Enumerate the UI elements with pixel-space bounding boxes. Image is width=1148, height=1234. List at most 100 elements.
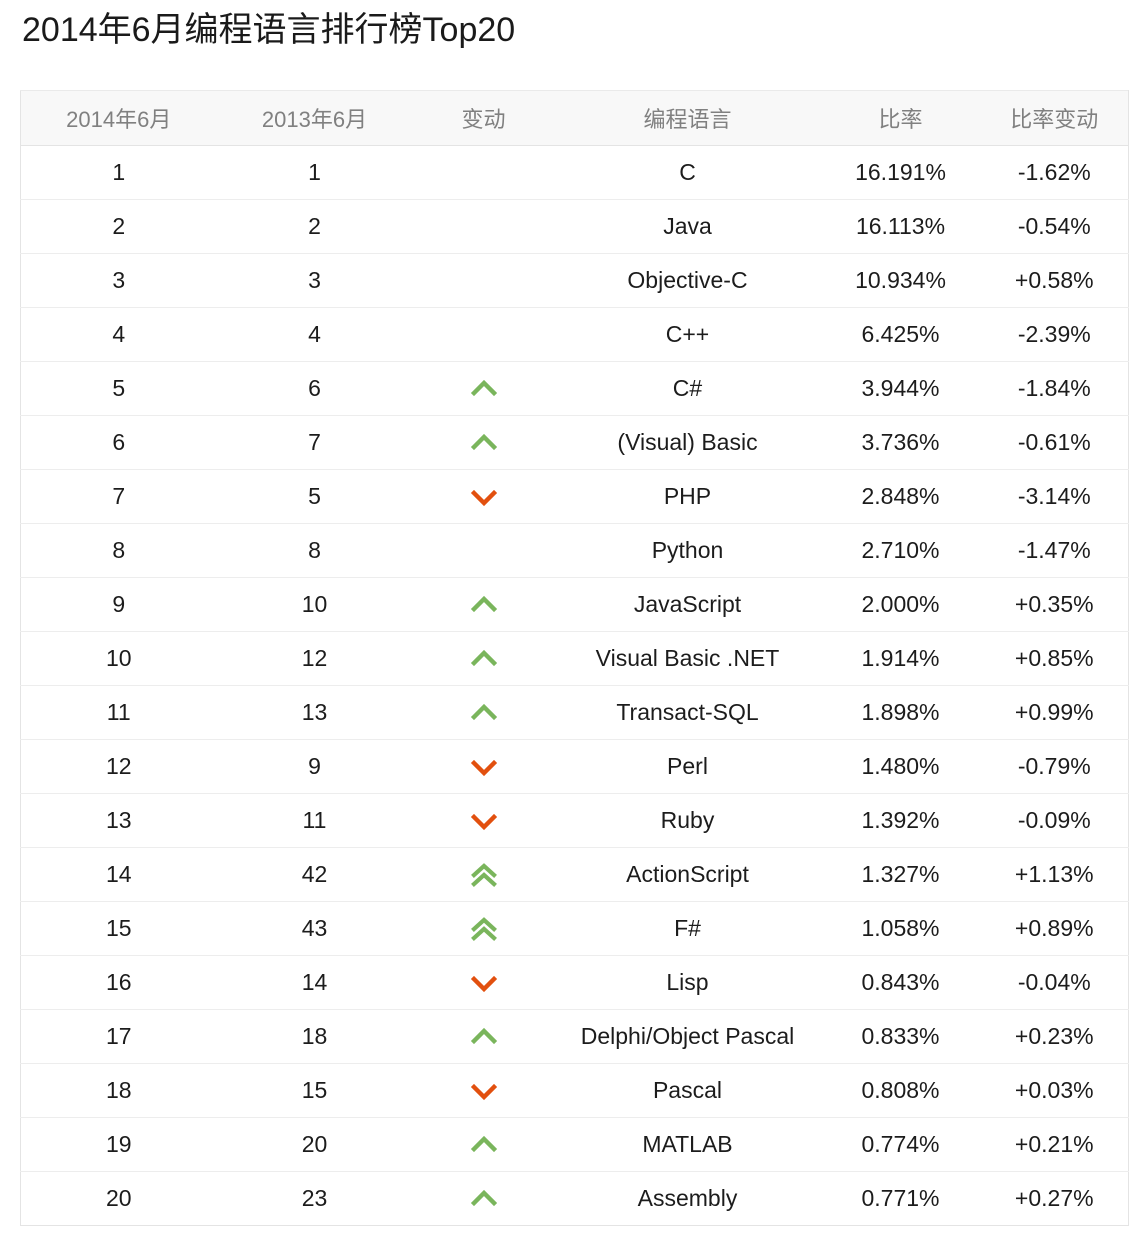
column-header-change[interactable]: 变动 [412,90,555,146]
table-row[interactable]: 11 13 Transact-SQL 1.898% +0.99% [20,685,1129,740]
table-row[interactable]: 16 14 Lisp 0.843% -0.04% [20,955,1129,1010]
ranking-table: 2014年6月 2013年6月 变动 编程语言 比率 比率变动 1 1 C 16.19… [20,90,1129,1226]
cell-change [412,523,555,578]
cell-rank-2013: 23 [216,1171,413,1226]
cell-rank-2014: 17 [20,1009,217,1064]
cell-ratio-change: +0.85% [980,631,1129,686]
cell-ratio-change: -1.84% [980,361,1129,416]
cell-language: JavaScript [554,577,821,632]
cell-ratio: 2.848% [820,469,981,524]
table-row[interactable]: 15 43 F# 1.058% +0.89% [20,901,1129,956]
cell-ratio-change: +0.58% [980,253,1129,308]
cell-ratio: 0.774% [820,1117,981,1172]
table-row[interactable]: 12 9 Perl 1.480% -0.79% [20,739,1129,794]
column-header-ratio-change[interactable]: 比率变动 [980,90,1129,146]
cell-ratio: 0.808% [820,1063,981,1118]
cell-rank-2013: 20 [216,1117,413,1172]
cell-change [412,739,555,794]
cell-rank-2014: 14 [20,847,217,902]
table-row[interactable]: 7 5 PHP 2.848% -3.14% [20,469,1129,524]
cell-rank-2013: 7 [216,415,413,470]
table-row[interactable]: 5 6 C# 3.944% -1.84% [20,361,1129,416]
cell-rank-2013: 11 [216,793,413,848]
cell-ratio-change: +0.89% [980,901,1129,956]
cell-ratio: 0.833% [820,1009,981,1064]
chevron-down-icon [470,808,497,834]
table-row[interactable]: 20 23 Assembly 0.771% +0.27% [20,1171,1129,1226]
cell-language: C# [554,361,821,416]
cell-change [412,955,555,1010]
cell-change [412,793,555,848]
cell-language: F# [554,901,821,956]
table-row[interactable]: 18 15 Pascal 0.808% +0.03% [20,1063,1129,1118]
cell-rank-2014: 4 [20,307,217,362]
cell-rank-2013: 8 [216,523,413,578]
cell-language: Visual Basic .NET [554,631,821,686]
cell-rank-2014: 12 [20,739,217,794]
cell-rank-2014: 1 [20,145,217,200]
cell-ratio-change: -1.47% [980,523,1129,578]
cell-change [412,847,555,902]
table-row[interactable]: 19 20 MATLAB 0.774% +0.21% [20,1117,1129,1172]
table-body: 1 1 C 16.191% -1.62% 2 2 Java 16.113% -0.54% 3 3 Obj… [20,145,1129,1226]
table-row[interactable]: 9 10 JavaScript 2.000% +0.35% [20,577,1129,632]
cell-rank-2014: 3 [20,253,217,308]
cell-rank-2013: 1 [216,145,413,200]
cell-language: C++ [554,307,821,362]
cell-change [412,469,555,524]
cell-rank-2013: 43 [216,901,413,956]
column-header-rank-2014[interactable]: 2014年6月 [20,90,217,146]
column-header-language[interactable]: 编程语言 [554,90,821,146]
table-row[interactable]: 8 8 Python 2.710% -1.47% [20,523,1129,578]
cell-ratio-change: -0.09% [980,793,1129,848]
cell-change [412,415,555,470]
table-row[interactable]: 2 2 Java 16.113% -0.54% [20,199,1129,254]
cell-ratio-change: -0.61% [980,415,1129,470]
cell-language: Objective-C [554,253,821,308]
cell-ratio: 0.771% [820,1171,981,1226]
table-row[interactable]: 1 1 C 16.191% -1.62% [20,145,1129,200]
change-none [471,265,497,291]
table-row[interactable]: 10 12 Visual Basic .NET 1.914% +0.85% [20,631,1129,686]
cell-ratio-change: -0.54% [980,199,1129,254]
cell-rank-2013: 15 [216,1063,413,1118]
table-row[interactable]: 6 7 (Visual) Basic 3.736% -0.61% [20,415,1129,470]
table-row[interactable]: 14 42 ActionScript 1.327% +1.13% [20,847,1129,902]
table-header: 2014年6月 2013年6月 变动 编程语言 比率 比率变动 [20,90,1129,146]
cell-ratio-change: +0.99% [980,685,1129,740]
chevron-up-icon [470,646,497,672]
chevron-down-icon [470,1078,497,1104]
cell-language: PHP [554,469,821,524]
cell-change [412,307,555,362]
cell-ratio: 1.914% [820,631,981,686]
cell-ratio: 0.843% [820,955,981,1010]
table-row[interactable]: 13 11 Ruby 1.392% -0.09% [20,793,1129,848]
cell-language: ActionScript [554,847,821,902]
cell-ratio-change: -1.62% [980,145,1129,200]
cell-language: Perl [554,739,821,794]
table-row[interactable]: 4 4 C++ 6.425% -2.39% [20,307,1129,362]
column-header-ratio[interactable]: 比率 [820,90,981,146]
table-row[interactable]: 17 18 Delphi/Object Pascal 0.833% +0.23% [20,1009,1129,1064]
cell-ratio: 3.944% [820,361,981,416]
cell-change [412,361,555,416]
cell-change [412,253,555,308]
cell-change [412,1117,555,1172]
cell-change [412,577,555,632]
cell-language: Python [554,523,821,578]
cell-language: Ruby [554,793,821,848]
cell-ratio-change: -3.14% [980,469,1129,524]
cell-change [412,199,555,254]
cell-rank-2014: 15 [20,901,217,956]
cell-ratio-change: -2.39% [980,307,1129,362]
table-header-row: 2014年6月 2013年6月 变动 编程语言 比率 比率变动 [20,90,1129,146]
column-header-rank-2013[interactable]: 2013年6月 [216,90,413,146]
cell-rank-2013: 9 [216,739,413,794]
cell-change [412,685,555,740]
cell-rank-2013: 14 [216,955,413,1010]
table-row[interactable]: 3 3 Objective-C 10.934% +0.58% [20,253,1129,308]
cell-rank-2013: 4 [216,307,413,362]
chevron-up-icon [470,430,497,456]
chevron-up-icon [470,1024,497,1050]
cell-ratio: 6.425% [820,307,981,362]
